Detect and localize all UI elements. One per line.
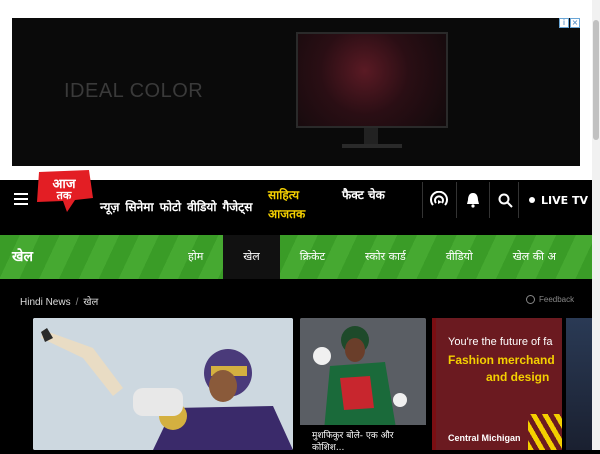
live-dot-icon [529, 197, 535, 203]
tab-khel[interactable]: खेल [223, 235, 280, 279]
page-scrollbar[interactable] [592, 0, 600, 450]
promo-ad-card[interactable]: You're the future of fa Fashion merchand… [432, 318, 562, 450]
nav-photo[interactable]: फोटो [160, 198, 182, 215]
ad-banner[interactable]: IDEAL COLOR i × [12, 18, 580, 166]
promo-stripes [528, 414, 562, 450]
hamburger-menu-icon[interactable] [14, 193, 28, 205]
search-icon [498, 193, 513, 208]
feedback-button[interactable]: Feedback [526, 295, 574, 304]
tab-video[interactable]: वीडियो [426, 235, 493, 279]
nav-cinema[interactable]: सिनेमा [125, 198, 153, 215]
ad-close-icon[interactable]: × [570, 18, 580, 28]
ad-choices-badge[interactable]: i × [559, 18, 580, 28]
top-navigation: आज तक न्यूज़ सिनेमा फोटो वीडियो गैजेट्स … [0, 170, 600, 235]
promo-line-4: Central Michigan [448, 433, 521, 443]
bell-icon [466, 193, 479, 208]
nav-fact-check[interactable]: फैक्ट चेक [342, 186, 392, 205]
tab-cricket[interactable]: क्रिकेट [280, 235, 345, 279]
tab-scorecard[interactable]: स्कोर कार्ड [345, 235, 426, 279]
ad-monitor-base [342, 144, 402, 148]
podcast-button[interactable] [422, 182, 454, 218]
section-tabs: होम खेल क्रिकेट स्कोर कार्ड वीडियो खेल क… [168, 235, 576, 279]
tab-more[interactable]: खेल की अ [493, 235, 576, 279]
promo-line-1: You're the future of fa [448, 336, 553, 348]
search-button[interactable] [489, 182, 521, 218]
live-tv-button[interactable]: LIVE TV [518, 182, 588, 218]
aajtak-logo[interactable]: आज तक [33, 168, 95, 214]
ad-monitor-image [296, 32, 448, 128]
breadcrumb-separator: / [75, 297, 79, 308]
promo-line-2: Fashion merchand [448, 353, 555, 367]
nav-gadgets[interactable]: गैजेट्स [223, 198, 253, 215]
tab-home[interactable]: होम [168, 235, 223, 279]
cricket-batsman-image [33, 318, 293, 450]
ad-text: IDEAL COLOR [64, 80, 204, 102]
nav-sahitya-aajtak[interactable]: साहित्य आजतक [268, 186, 328, 224]
section-title: खेल [12, 249, 33, 265]
ad-banner-area: IDEAL COLOR i × [0, 0, 600, 180]
breadcrumb-home[interactable]: Hindi News [20, 297, 71, 308]
nav-news[interactable]: न्यूज़ [100, 198, 119, 215]
notification-button[interactable] [456, 182, 488, 218]
main-nav: न्यूज़ सिनेमा फोटो वीडियो गैजेट्स [100, 198, 252, 215]
podcast-icon [429, 191, 448, 206]
live-tv-label: LIVE TV [541, 193, 588, 207]
svg-text:तक: तक [56, 189, 72, 202]
breadcrumb: Hindi News / खेल [20, 294, 98, 308]
breadcrumb-current: खेल [83, 297, 99, 308]
section-bar: खेल होम खेल क्रिकेट स्कोर कार्ड वीडियो ख… [0, 235, 592, 279]
next-card-edge[interactable] [566, 318, 592, 450]
nav-video[interactable]: वीडियो [187, 198, 216, 215]
feedback-icon [526, 295, 535, 304]
scrollbar-thumb[interactable] [593, 20, 599, 140]
story-card-caption[interactable]: मुशफिकुर बोले- एक और कोशिश... [300, 425, 426, 453]
promo-line-3: and design [486, 370, 550, 384]
feedback-label: Feedback [539, 295, 575, 304]
lead-story-card[interactable] [33, 318, 293, 450]
ad-info-icon[interactable]: i [559, 18, 569, 28]
